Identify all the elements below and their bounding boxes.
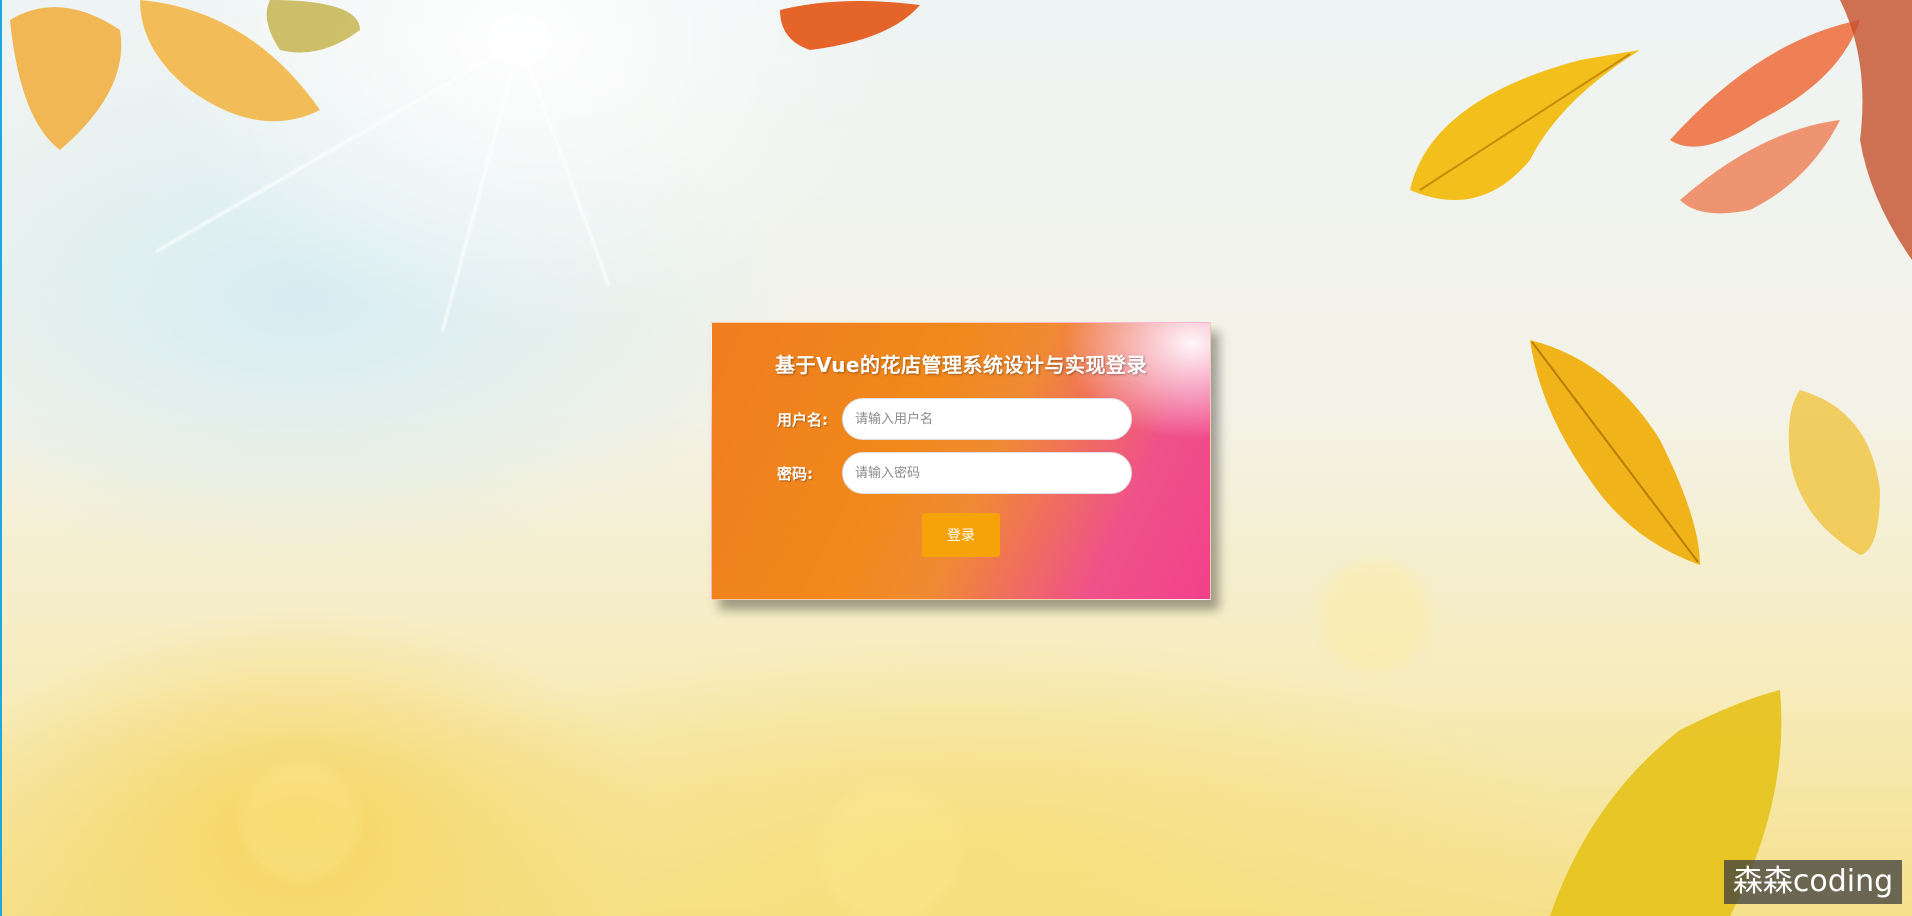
login-title: 基于Vue的花店管理系统设计与实现登录 bbox=[774, 353, 1148, 377]
leaf-blurred-right-image bbox=[1788, 390, 1880, 555]
bokeh-light bbox=[1320, 560, 1430, 670]
password-label: 密码: bbox=[777, 465, 813, 483]
login-button[interactable]: 登录 bbox=[922, 513, 1000, 557]
leaf-top-right-image bbox=[1410, 50, 1640, 200]
sun-ray bbox=[440, 41, 522, 332]
sun-ray bbox=[518, 40, 611, 287]
username-label: 用户名: bbox=[777, 411, 828, 429]
bokeh-light bbox=[820, 780, 960, 916]
leaf-top-left-image bbox=[10, 0, 360, 151]
leaf-top-center-image bbox=[780, 1, 920, 50]
login-page-background: 基于Vue的花店管理系统设计与实现登录 用户名: 密码: 登录 森森coding bbox=[0, 0, 1912, 916]
password-input[interactable] bbox=[842, 452, 1132, 494]
username-input[interactable] bbox=[842, 398, 1132, 440]
leaf-falling-right-image bbox=[1530, 340, 1700, 565]
watermark: 森森coding bbox=[1724, 860, 1902, 904]
leaf-right-edge-image bbox=[1670, 0, 1912, 260]
bokeh-light bbox=[240, 760, 360, 880]
login-card: 基于Vue的花店管理系统设计与实现登录 用户名: 密码: 登录 bbox=[711, 322, 1211, 600]
